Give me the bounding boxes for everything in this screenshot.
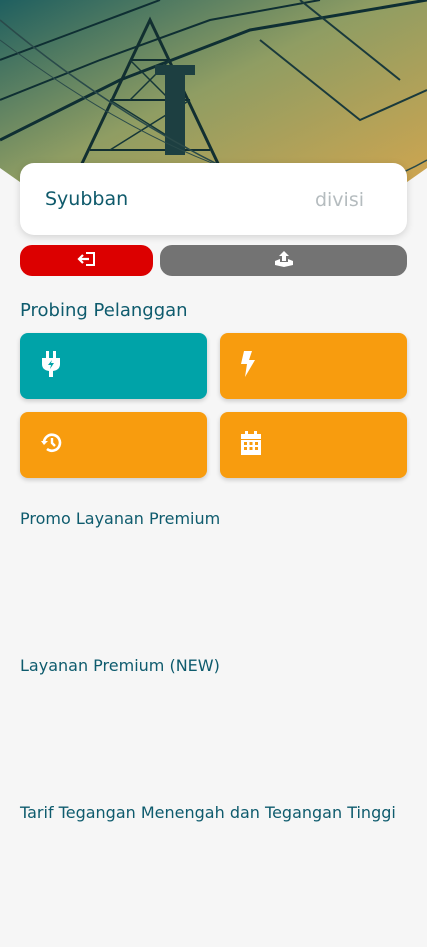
upload-button[interactable]: [160, 245, 407, 276]
probing-tile-calendar[interactable]: [220, 412, 407, 478]
logout-button[interactable]: [20, 245, 153, 276]
probing-tile-bolt[interactable]: [220, 333, 407, 399]
history-icon: [40, 432, 64, 458]
user-name: Syubban: [45, 188, 129, 210]
user-division: divisi: [314, 189, 364, 211]
profile-card: Syubban divisi: [20, 163, 407, 235]
probing-section-title: Probing Pelanggan: [20, 300, 188, 321]
logout-icon: [76, 251, 97, 270]
premium-section-title: Layanan Premium (NEW): [20, 656, 220, 675]
upload-icon: [273, 250, 295, 271]
tariff-section-title: Tarif Tegangan Menengah dan Tegangan Tin…: [20, 803, 396, 822]
calendar-icon: [240, 431, 262, 459]
promo-section-title: Promo Layanan Premium: [20, 509, 221, 528]
probing-tile-history[interactable]: [20, 412, 207, 478]
plug-icon: [40, 351, 62, 381]
bolt-icon: [240, 351, 256, 381]
probing-tile-plug[interactable]: [20, 333, 207, 399]
